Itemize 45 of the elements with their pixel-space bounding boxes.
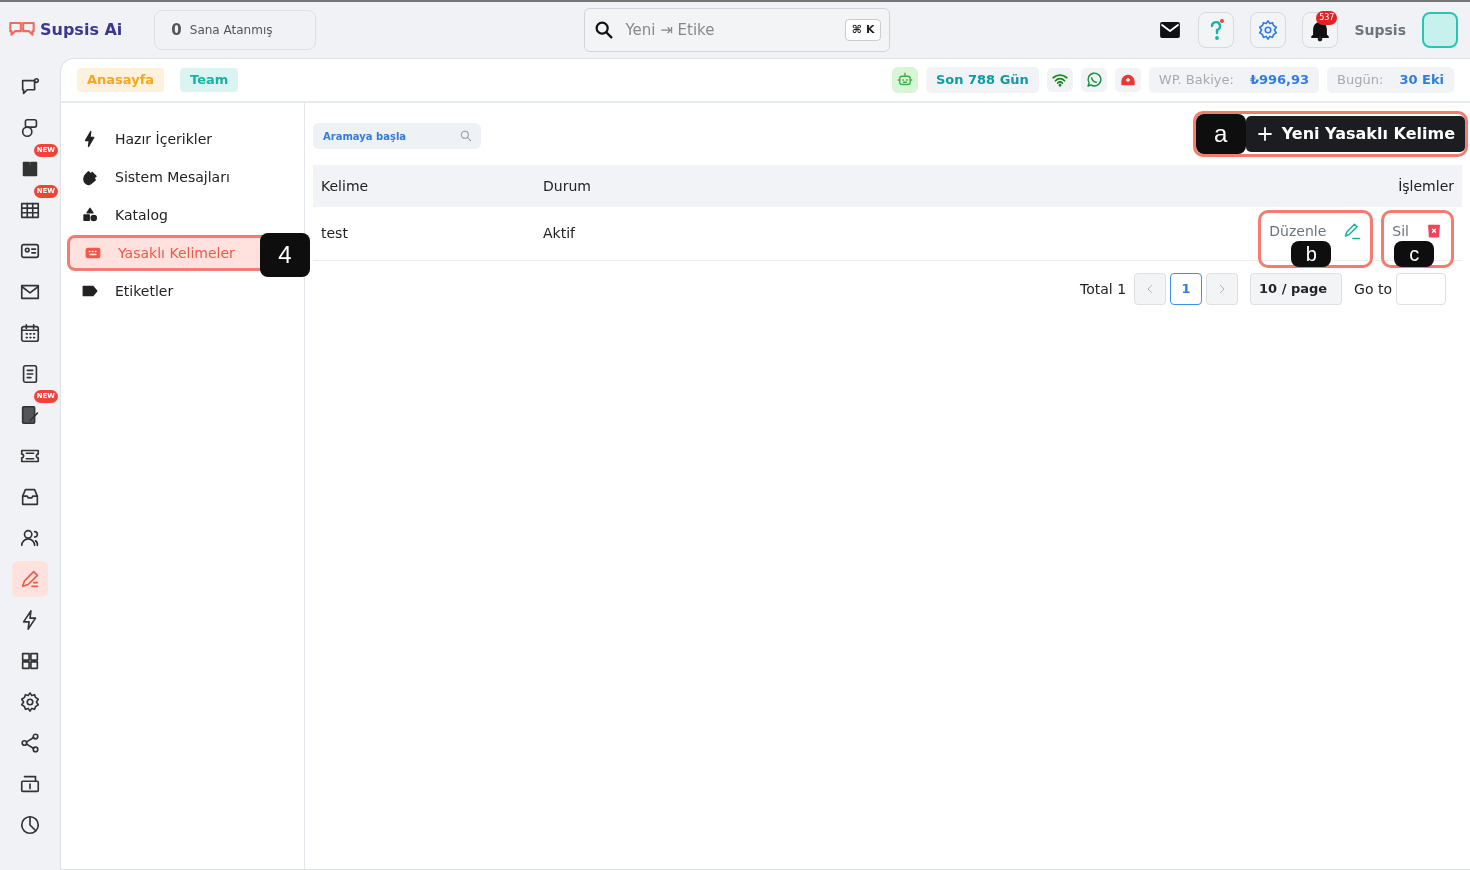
- total-count: Total 1: [1080, 279, 1127, 299]
- calendar-icon: [19, 321, 41, 344]
- search-field[interactable]: Aramaya başla: [313, 123, 481, 149]
- goto-field[interactable]: [1396, 273, 1446, 305]
- search-icon: [593, 19, 616, 41]
- search-field[interactable]: Yeni ⇥ Etike ⌘ K: [584, 8, 891, 52]
- callout-label: b: [1291, 240, 1332, 267]
- settings-icon: [19, 690, 41, 713]
- days-remaining: Son 788 Gün: [925, 67, 1039, 93]
- plus-icon: [1255, 125, 1274, 143]
- notification-count: 537: [1316, 11, 1338, 25]
- column-header: Kelime: [321, 176, 370, 196]
- table-cell-text: Aktif: [543, 224, 577, 243]
- share-icon: [19, 731, 41, 754]
- search-icon: [459, 129, 473, 143]
- settings-button[interactable]: [1250, 12, 1287, 48]
- search-input[interactable]: Aramaya başla: [321, 127, 441, 145]
- assigned-filter[interactable]: 0 Sana Atanmış: [154, 10, 317, 50]
- delete-link[interactable]: Sil: [1392, 220, 1443, 242]
- table-cell-text: test: [321, 224, 349, 243]
- shapes-icon: [81, 206, 99, 224]
- shortcut-key: ⌘ K: [844, 18, 882, 42]
- date-value: 30 Eki: [1399, 71, 1444, 90]
- menu-item[interactable]: Hazır İçerikler: [67, 121, 298, 157]
- menu-item[interactable]: Sistem Mesajları: [67, 159, 298, 195]
- balance-amount: ₺996,93: [1249, 71, 1310, 90]
- date-label: Bugün:: [1337, 71, 1384, 90]
- goto-label: Go to: [1354, 279, 1392, 299]
- settings-icon: [1257, 19, 1280, 41]
- page-button[interactable]: 1: [1170, 273, 1203, 305]
- new-word-button[interactable]: Yeni Yasaklı Kelime: [1245, 116, 1465, 152]
- callout-label: 4: [260, 233, 310, 277]
- user-name: Supsis: [1354, 20, 1406, 40]
- pie-chart-icon: [19, 813, 41, 836]
- edit-link[interactable]: Düzenle: [1269, 220, 1363, 242]
- edit-document-icon: [19, 403, 41, 426]
- column-header: İşlemler: [1398, 176, 1454, 196]
- column-header: Durum: [543, 176, 592, 196]
- callout-label: a: [1195, 114, 1246, 154]
- balance-label: WP. Bakiye:: [1158, 71, 1234, 90]
- menu-item[interactable]: Katalog: [67, 197, 298, 233]
- logo-text: Supsis Ai: [40, 19, 123, 41]
- page-size-select[interactable]: 10 / page: [1250, 273, 1343, 305]
- callout-label: c: [1394, 240, 1435, 267]
- notifications-button[interactable]: 537: [1302, 12, 1339, 48]
